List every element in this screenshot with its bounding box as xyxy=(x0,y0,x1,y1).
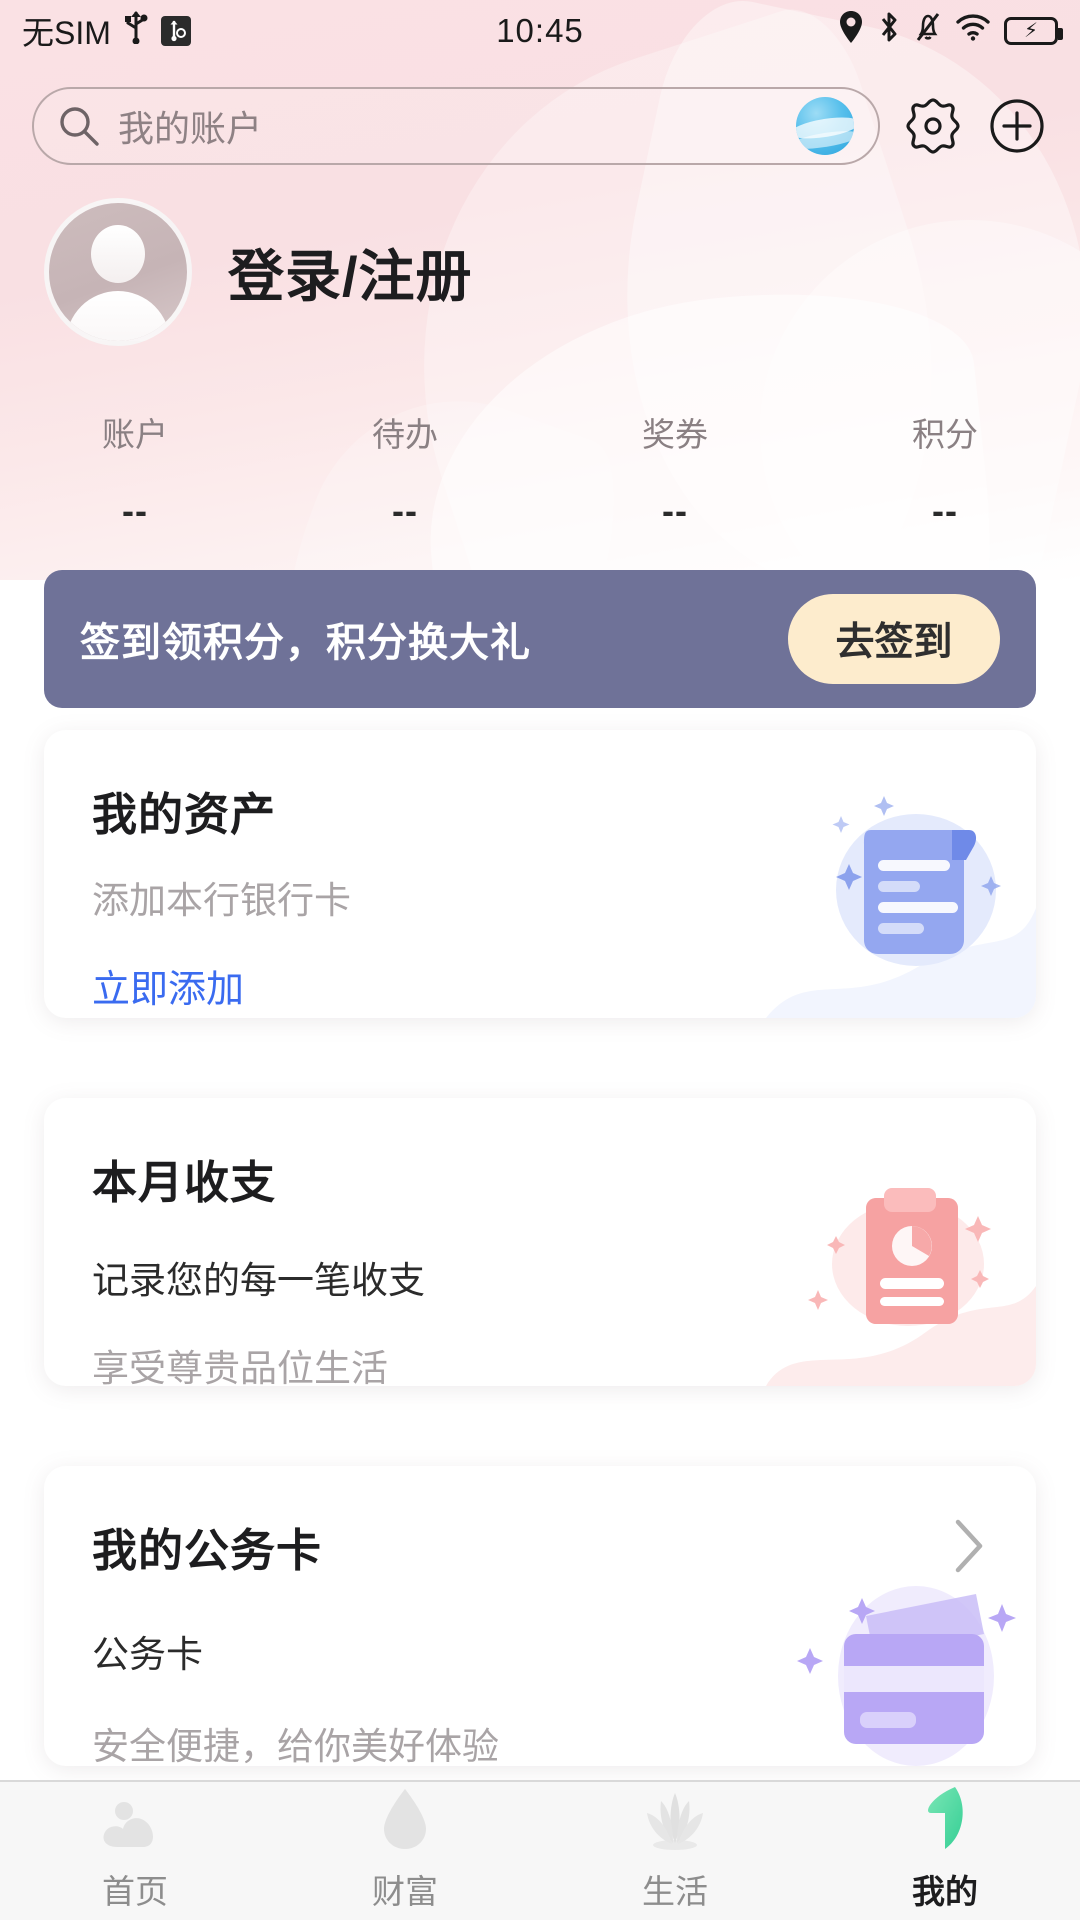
stat-label: 奖券 xyxy=(642,416,708,453)
bottom-tab-bar: 首页 财富 生活 我的 xyxy=(0,1780,1080,1920)
tab-home[interactable]: 首页 xyxy=(0,1789,270,1913)
leaf-icon xyxy=(915,1787,975,1851)
stat-value: -- xyxy=(392,490,418,531)
card-title: 我的资产 xyxy=(92,789,277,840)
card-subtitle-secondary: 享受尊贵品位生活 xyxy=(92,1348,388,1386)
battery-charging-icon: ⚡ xyxy=(1004,17,1063,45)
add-now-link[interactable]: 立即添加 xyxy=(92,958,244,1013)
card-title: 本月收支 xyxy=(92,1157,277,1208)
go-signin-button[interactable]: 去签到 xyxy=(788,594,1000,684)
bluetooth-icon xyxy=(877,10,901,52)
avatar-head xyxy=(91,225,145,283)
tab-label: 首页 xyxy=(102,1873,168,1910)
stat-item-points[interactable]: 积分 -- xyxy=(810,408,1080,532)
my-business-card-card[interactable]: 我的公务卡 公务卡 安全便捷，给你美好体验 xyxy=(44,1466,1036,1766)
stat-label: 待办 xyxy=(372,416,438,453)
stat-label: 账户 xyxy=(102,416,168,453)
search-input[interactable]: 我的账户 xyxy=(32,87,880,165)
search-row: 我的账户 xyxy=(0,76,1080,176)
stat-value: -- xyxy=(122,490,148,531)
card-subtitle: 记录您的每一笔收支 xyxy=(92,1260,425,1301)
card-title: 我的公务卡 xyxy=(92,1525,323,1576)
lotus-icon xyxy=(637,1789,713,1851)
stat-item-todo[interactable]: 待办 -- xyxy=(270,408,540,532)
tab-mine[interactable]: 我的 xyxy=(810,1787,1080,1913)
tab-label: 财富 xyxy=(372,1873,438,1910)
tab-wealth[interactable]: 财富 xyxy=(270,1789,540,1913)
stat-label: 积分 xyxy=(912,416,978,453)
my-assets-card[interactable]: 我的资产 添加本行银行卡 立即添加 xyxy=(44,730,1036,1018)
wifi-icon xyxy=(955,12,991,50)
login-register-label[interactable]: 登录/注册 xyxy=(228,232,473,313)
stat-value: -- xyxy=(662,490,688,531)
cloud-icon xyxy=(99,1789,171,1851)
gear-icon[interactable] xyxy=(902,95,964,157)
account-stats: 账户 -- 待办 -- 奖券 -- 积分 -- xyxy=(0,408,1080,532)
status-bar: 无SIM 10:45 ⚡ xyxy=(0,0,1080,62)
plus-circle-icon[interactable] xyxy=(986,95,1048,157)
tab-life[interactable]: 生活 xyxy=(540,1789,810,1913)
mute-icon xyxy=(914,10,942,52)
signin-banner[interactable]: 签到领积分，积分换大礼 去签到 xyxy=(44,570,1036,708)
ai-assistant-orb-icon[interactable] xyxy=(796,97,854,155)
card-subtitle: 添加本行银行卡 xyxy=(92,880,351,921)
search-icon xyxy=(58,105,100,147)
monthly-income-expense-card[interactable]: 本月收支 记录您的每一笔收支 享受尊贵品位生活 xyxy=(44,1098,1036,1386)
stat-item-coupon[interactable]: 奖券 -- xyxy=(540,408,810,532)
tab-label: 生活 xyxy=(642,1873,708,1910)
location-icon xyxy=(838,10,864,52)
card-subtitle: 公务卡 xyxy=(92,1634,203,1675)
search-placeholder: 我的账户 xyxy=(118,108,263,149)
default-avatar-icon[interactable] xyxy=(44,198,192,346)
tab-label: 我的 xyxy=(912,1873,978,1910)
card-subtitle-secondary: 安全便捷，给你美好体验 xyxy=(92,1726,499,1766)
profile-row[interactable]: 登录/注册 xyxy=(44,198,473,346)
purple-card-illustration xyxy=(766,1516,1036,1766)
droplet-icon xyxy=(376,1789,434,1851)
pink-clipboard-illustration xyxy=(766,1136,1036,1386)
stat-value: -- xyxy=(932,490,958,531)
main-content: 签到领积分，积分换大礼 去签到 我的资产 添加本行银行卡 立即添加 本月收支 记… xyxy=(0,570,1080,1780)
blue-document-illustration xyxy=(766,768,1036,1018)
stat-item-account[interactable]: 账户 -- xyxy=(0,408,270,532)
avatar-body xyxy=(66,291,170,341)
signin-banner-text: 签到领积分，积分换大礼 xyxy=(80,621,531,665)
